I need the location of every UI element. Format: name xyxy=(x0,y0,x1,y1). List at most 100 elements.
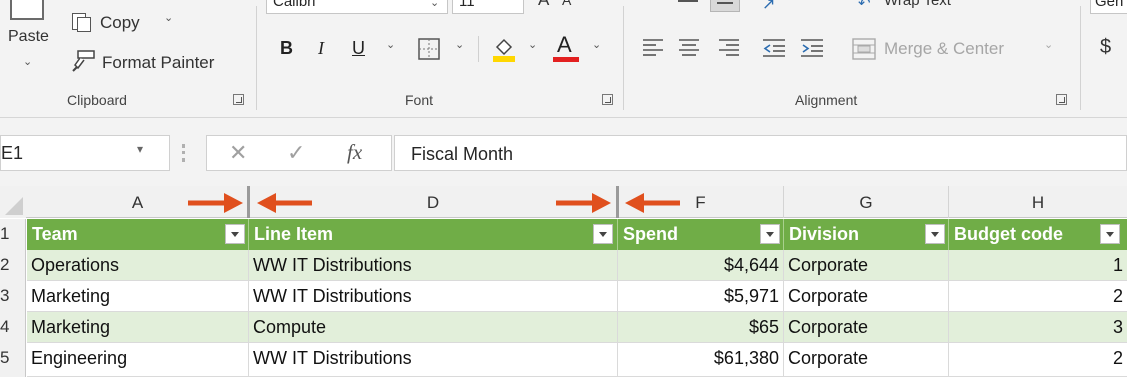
column-header-g[interactable]: G xyxy=(784,186,949,218)
name-box[interactable]: E1 ▾ xyxy=(0,135,170,171)
font-color-dropdown-icon[interactable]: ⌄ xyxy=(592,38,601,51)
underline-dropdown-icon[interactable]: ⌄ xyxy=(386,38,395,51)
merge-center-dropdown-icon[interactable]: ⌄ xyxy=(1044,38,1053,51)
divider xyxy=(478,36,479,62)
table-cell[interactable]: 3 xyxy=(949,312,1127,343)
font-size-box[interactable]: 11 xyxy=(452,0,524,14)
table-header-label: Line Item xyxy=(254,224,334,244)
clipboard-launcher-icon[interactable] xyxy=(233,94,244,105)
table-cell[interactable]: $61,380 xyxy=(618,343,784,377)
fill-color-dropdown-icon[interactable]: ⌄ xyxy=(528,38,537,51)
borders-icon[interactable] xyxy=(418,38,440,60)
table-header-division[interactable]: Division xyxy=(784,219,949,250)
paste-dropdown-icon[interactable]: ⌄ xyxy=(23,55,32,68)
insert-function-button[interactable]: fx xyxy=(347,140,362,165)
left-arrow-icon xyxy=(257,193,312,213)
select-all-button[interactable] xyxy=(0,186,26,218)
formula-buttons: ✕ ✓ fx xyxy=(206,135,392,171)
table-cell[interactable]: 2 xyxy=(949,281,1127,312)
borders-dropdown-icon[interactable]: ⌄ xyxy=(455,38,464,51)
italic-button[interactable]: I xyxy=(318,38,324,59)
table-header-label: Spend xyxy=(623,224,679,244)
bold-button[interactable]: B xyxy=(280,38,293,59)
table-cell[interactable]: Corporate xyxy=(784,343,949,377)
filter-dropdown-icon[interactable] xyxy=(760,224,780,244)
left-arrow-icon xyxy=(625,193,680,213)
table-header-label: Division xyxy=(789,224,860,244)
table-header-team[interactable]: Team xyxy=(27,219,249,250)
paste-icon[interactable] xyxy=(10,0,44,20)
wrap-text-icon: ↶ xyxy=(858,0,871,12)
table-cell[interactable]: $5,971 xyxy=(618,281,784,312)
table-cell[interactable]: $65 xyxy=(618,312,784,343)
shrink-font-icon[interactable]: A xyxy=(562,0,571,8)
font-color-bar xyxy=(553,57,579,62)
table-cell[interactable]: 1 xyxy=(949,250,1127,281)
table-cell[interactable]: Compute xyxy=(249,312,618,343)
table-cell[interactable]: 2 xyxy=(949,343,1127,377)
align-center-icon[interactable] xyxy=(678,38,700,58)
table-cell[interactable]: WW IT Distributions xyxy=(249,250,618,281)
format-painter-button[interactable]: Format Painter xyxy=(102,53,214,73)
format-painter-icon xyxy=(72,50,95,72)
formula-content: Fiscal Month xyxy=(411,144,514,164)
filter-dropdown-icon[interactable] xyxy=(225,224,245,244)
align-middle-icon[interactable] xyxy=(678,0,698,2)
table-cell[interactable]: Operations xyxy=(27,250,249,281)
formula-input[interactable]: Fiscal Month xyxy=(394,135,1127,171)
table-cell[interactable]: $4,644 xyxy=(618,250,784,281)
copy-dropdown-icon[interactable]: ⌄ xyxy=(164,11,173,24)
alignment-launcher-icon[interactable] xyxy=(1056,94,1067,105)
wrap-text-button[interactable]: Wrap Text xyxy=(884,0,951,9)
increase-indent-icon[interactable] xyxy=(800,38,824,58)
table-cell[interactable]: WW IT Distributions xyxy=(249,281,618,312)
table-cell[interactable]: Engineering xyxy=(27,343,249,377)
fill-color-icon[interactable] xyxy=(492,35,516,63)
row-header-2[interactable]: 2 xyxy=(0,250,26,281)
table-cell[interactable]: Corporate xyxy=(784,312,949,343)
table-cell[interactable]: Marketing xyxy=(27,281,249,312)
decrease-indent-icon[interactable] xyxy=(762,38,786,58)
formula-bar-grip-icon[interactable] xyxy=(182,144,185,162)
row-header-1[interactable]: 1 xyxy=(0,219,26,250)
number-format-box[interactable]: Gen xyxy=(1090,0,1127,14)
font-name-dropdown-icon[interactable]: ⌄ xyxy=(430,0,439,9)
align-left-icon[interactable] xyxy=(642,38,664,58)
name-box-value: E1 xyxy=(1,143,24,163)
hidden-columns-marker[interactable] xyxy=(616,186,619,218)
filter-dropdown-icon[interactable] xyxy=(1100,224,1120,244)
font-launcher-icon[interactable] xyxy=(602,94,613,105)
orientation-icon[interactable]: ↗ xyxy=(762,0,775,14)
alignment-group-label: Alignment xyxy=(795,92,858,108)
row-header-4[interactable]: 4 xyxy=(0,312,26,343)
filter-dropdown-icon[interactable] xyxy=(925,224,945,244)
currency-format-button[interactable]: $ xyxy=(1100,36,1111,59)
align-bottom-icon[interactable] xyxy=(710,0,740,12)
font-name-box[interactable]: Calibri xyxy=(266,0,448,14)
paste-button[interactable]: Paste xyxy=(8,28,49,46)
table-cell[interactable]: Corporate xyxy=(784,250,949,281)
filter-dropdown-icon[interactable] xyxy=(593,224,613,244)
column-header-h[interactable]: H xyxy=(949,186,1127,218)
row-header-3[interactable]: 3 xyxy=(0,281,26,312)
table-cell[interactable]: WW IT Distributions xyxy=(249,343,618,377)
table-header-line-item[interactable]: Line Item xyxy=(249,219,618,250)
table-header-budget-code[interactable]: Budget code xyxy=(949,219,1127,250)
grow-font-icon[interactable]: A xyxy=(538,0,549,10)
name-box-dropdown-icon[interactable]: ▾ xyxy=(137,142,143,156)
cancel-icon[interactable]: ✕ xyxy=(229,140,247,166)
number-format-value: Gen xyxy=(1095,0,1124,10)
table-cell[interactable]: Marketing xyxy=(27,312,249,343)
table-cell[interactable]: Corporate xyxy=(784,281,949,312)
enter-icon[interactable]: ✓ xyxy=(287,140,305,166)
table-header-spend[interactable]: Spend xyxy=(618,219,784,250)
copy-button[interactable]: Copy xyxy=(100,13,140,33)
row-header-5[interactable]: 5 xyxy=(0,343,26,377)
ribbon-divider xyxy=(0,117,1127,118)
underline-button[interactable]: U xyxy=(352,38,365,59)
font-color-icon[interactable]: A xyxy=(557,32,572,58)
merge-center-button[interactable]: Merge & Center xyxy=(884,39,1004,59)
align-right-icon[interactable] xyxy=(718,38,740,58)
merge-center-icon xyxy=(852,38,876,60)
hidden-columns-marker[interactable] xyxy=(247,186,250,218)
